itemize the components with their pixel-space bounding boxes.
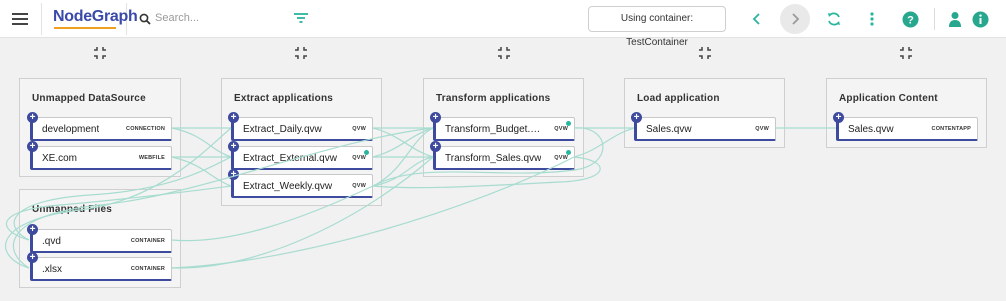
collapse-icon[interactable]: [294, 46, 308, 60]
node-label: XE.com: [42, 153, 78, 164]
node-extract-external[interactable]: + Extract_External.qvw QVW: [228, 141, 373, 170]
expand-plus-icon[interactable]: +: [430, 141, 441, 152]
node-type: CONTAINER: [130, 266, 165, 272]
node-label: Sales.qvw: [646, 124, 692, 135]
node-label: development: [42, 124, 100, 135]
expand-plus-icon[interactable]: +: [27, 252, 38, 263]
filter-icon[interactable]: [293, 11, 309, 29]
top-bar: NodeGraph Using container: TestContainer…: [0, 0, 1006, 48]
expand-plus-icon[interactable]: +: [27, 224, 38, 235]
node-load-sales[interactable]: + Sales.qvw QVW: [631, 112, 776, 141]
node-label: .xlsx: [42, 264, 62, 275]
group-title: Unmapped Files: [32, 204, 113, 215]
search-icon: [139, 12, 151, 30]
node-qvd[interactable]: + .qvd CONTAINER: [27, 224, 172, 253]
toolbar-divider: [934, 8, 935, 30]
group-title: Extract applications: [234, 93, 334, 104]
expand-plus-icon[interactable]: +: [430, 112, 441, 123]
brand-name: NodeGraph: [53, 8, 138, 25]
node-type: QVW: [352, 183, 366, 189]
expand-plus-icon[interactable]: +: [228, 112, 239, 123]
collapse-icon[interactable]: [497, 46, 511, 60]
group-transform-applications: Transform applications + Transform_Budge…: [423, 78, 584, 177]
collapse-icon[interactable]: [899, 46, 913, 60]
node-type: QVW: [755, 126, 769, 132]
node-label: .qvd: [42, 236, 61, 247]
node-xe-com[interactable]: + XE.com WEBFILE: [27, 141, 172, 170]
info-icon[interactable]: [969, 8, 991, 30]
group-unmapped-datasource: Unmapped DataSource + development CONNEC…: [19, 78, 181, 177]
search-input[interactable]: [155, 9, 275, 27]
node-label: Transform_Budget.q...: [445, 124, 541, 135]
user-icon[interactable]: [944, 8, 966, 30]
node-extract-weekly[interactable]: + Extract_Weekly.qvw QVW: [228, 169, 373, 198]
back-icon[interactable]: [746, 8, 768, 30]
node-type: QVW: [554, 155, 568, 161]
group-title: Transform applications: [436, 93, 551, 104]
node-type: WEBFILE: [138, 155, 165, 161]
expand-plus-icon[interactable]: +: [631, 112, 642, 123]
group-load-application: Load application + Sales.qvw QVW: [624, 78, 785, 148]
node-content-sales[interactable]: + Sales.qvw CONTENTAPP: [833, 112, 978, 141]
group-application-content: Application Content + Sales.qvw CONTENTA…: [826, 78, 987, 148]
node-label: Extract_Weekly.qvw: [243, 181, 333, 192]
node-transform-sales[interactable]: + Transform_Sales.qvw QVW: [430, 141, 575, 170]
node-label: Extract_Daily.qvw: [243, 124, 322, 135]
collapse-icon[interactable]: [93, 46, 107, 60]
brand-underline: [54, 27, 116, 29]
forward-icon[interactable]: [780, 4, 810, 34]
menu-icon[interactable]: [12, 13, 28, 25]
expand-plus-icon[interactable]: +: [27, 112, 38, 123]
node-type: QVW: [352, 126, 366, 132]
container-select-button[interactable]: Using container: TestContainer: [588, 6, 726, 48]
node-type: CONTENTAPP: [931, 126, 971, 132]
group-title: Unmapped DataSource: [32, 93, 146, 104]
expand-plus-icon[interactable]: +: [228, 169, 239, 180]
node-development[interactable]: + development CONNECTION: [27, 112, 172, 141]
node-type: QVW: [352, 155, 366, 161]
node-xlsx[interactable]: + .xlsx CONTAINER: [27, 252, 172, 281]
expand-plus-icon[interactable]: +: [228, 141, 239, 152]
group-title: Application Content: [839, 93, 938, 104]
brand-logo[interactable]: NodeGraph: [41, 3, 138, 35]
group-unmapped-files: Unmapped Files + .qvd CONTAINER + .xlsx …: [19, 189, 181, 288]
group-extract-applications: Extract applications + Extract_Daily.qvw…: [221, 78, 382, 206]
collapse-icon[interactable]: [698, 46, 712, 60]
group-title: Load application: [637, 93, 720, 104]
node-type: CONTAINER: [130, 238, 165, 244]
node-type: QVW: [554, 126, 568, 132]
node-transform-budget[interactable]: + Transform_Budget.q... QVW: [430, 112, 575, 141]
svg-text:?: ?: [907, 14, 914, 26]
refresh-icon[interactable]: [823, 8, 845, 30]
help-icon[interactable]: ?: [899, 8, 921, 30]
node-type: CONNECTION: [126, 126, 165, 132]
node-extract-daily[interactable]: + Extract_Daily.qvw QVW: [228, 112, 373, 141]
node-label: Sales.qvw: [848, 124, 894, 135]
expand-plus-icon[interactable]: +: [833, 112, 844, 123]
node-label: Extract_External.qvw: [243, 153, 337, 164]
more-options-icon[interactable]: [861, 8, 883, 30]
expand-plus-icon[interactable]: +: [27, 141, 38, 152]
node-label: Transform_Sales.qvw: [445, 153, 542, 164]
